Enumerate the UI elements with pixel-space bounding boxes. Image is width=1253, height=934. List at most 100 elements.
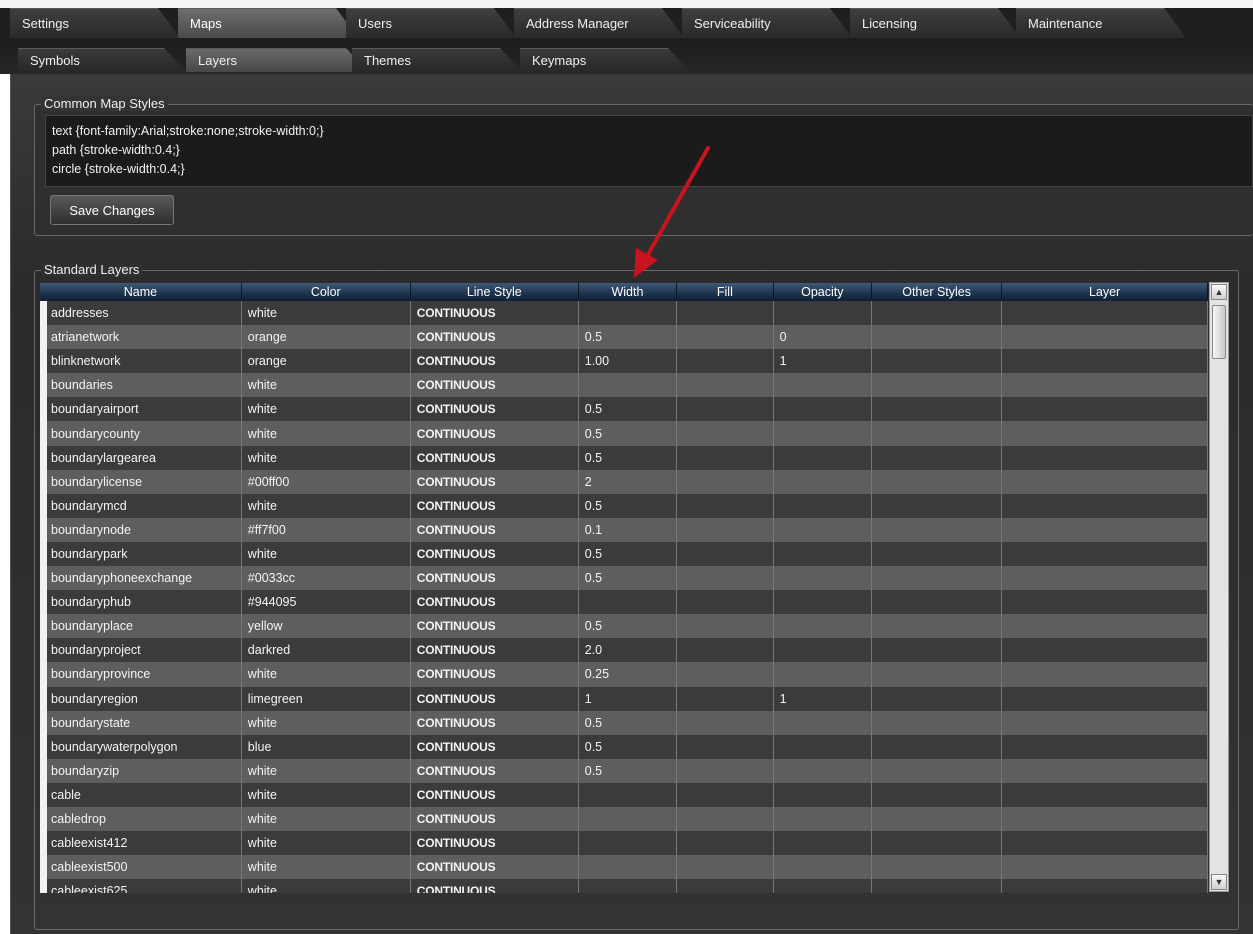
cell-fill[interactable]: [677, 421, 774, 446]
cell-line-style[interactable]: CONTINUOUS: [411, 686, 579, 711]
cell-name[interactable]: boundarylicense: [40, 469, 242, 494]
cell-other-styles[interactable]: [872, 855, 1003, 880]
cell-opacity[interactable]: [774, 806, 873, 832]
cell-width[interactable]: [579, 831, 678, 856]
cell-fill[interactable]: [677, 373, 774, 398]
cell-color[interactable]: white: [242, 662, 411, 687]
cell-opacity[interactable]: [774, 782, 873, 807]
table-row[interactable]: cabledrop white CONTINUOUS: [40, 806, 1208, 832]
cell-color[interactable]: blue: [242, 734, 411, 759]
table-row[interactable]: boundaryproject darkred CONTINUOUS 2.0: [40, 638, 1208, 663]
cell-other-styles[interactable]: [872, 686, 1003, 711]
cell-fill[interactable]: [677, 301, 774, 326]
cell-line-style[interactable]: CONTINUOUS: [411, 590, 579, 615]
cell-color[interactable]: white: [242, 301, 411, 326]
cell-other-styles[interactable]: [872, 301, 1003, 326]
cell-layer[interactable]: [1002, 686, 1208, 711]
column-header-other-styles[interactable]: Other Styles: [872, 283, 1003, 301]
cell-width[interactable]: [579, 855, 678, 880]
cell-line-style[interactable]: CONTINUOUS: [411, 638, 579, 663]
cell-line-style[interactable]: CONTINUOUS: [411, 373, 579, 398]
cell-fill[interactable]: [677, 686, 774, 711]
cell-line-style[interactable]: CONTINUOUS: [411, 662, 579, 687]
cell-color[interactable]: #ff7f00: [242, 517, 411, 542]
table-row[interactable]: boundarycounty white CONTINUOUS 0.5: [40, 421, 1208, 446]
cell-width[interactable]: [579, 782, 678, 807]
cell-opacity[interactable]: [774, 831, 873, 856]
cell-layer[interactable]: [1002, 831, 1208, 856]
cell-width[interactable]: 0.5: [579, 566, 678, 591]
cell-name[interactable]: boundaryplace: [40, 614, 242, 639]
cell-other-styles[interactable]: [872, 349, 1003, 374]
cell-line-style[interactable]: CONTINUOUS: [411, 517, 579, 542]
table-row[interactable]: cableexist625 white CONTINUOUS: [40, 879, 1208, 893]
cell-other-styles[interactable]: [872, 517, 1003, 542]
cell-width[interactable]: [579, 301, 678, 326]
subtab-layers[interactable]: Layers: [186, 48, 368, 72]
cell-other-styles[interactable]: [872, 325, 1003, 350]
cell-other-styles[interactable]: [872, 469, 1003, 494]
cell-name[interactable]: blinknetwork: [40, 349, 242, 374]
table-row[interactable]: addresses white CONTINUOUS: [40, 301, 1208, 326]
cell-fill[interactable]: [677, 397, 774, 422]
cell-other-styles[interactable]: [872, 782, 1003, 807]
cell-width[interactable]: [579, 373, 678, 398]
table-row[interactable]: boundarymcd white CONTINUOUS 0.5: [40, 493, 1208, 518]
cell-width[interactable]: 1: [579, 686, 678, 711]
cell-line-style[interactable]: CONTINUOUS: [411, 301, 579, 326]
cell-other-styles[interactable]: [872, 879, 1003, 893]
cell-name[interactable]: boundarypark: [40, 541, 242, 567]
cell-name[interactable]: boundaryzip: [40, 758, 242, 783]
cell-color[interactable]: white: [242, 397, 411, 422]
cell-name[interactable]: boundarycounty: [40, 421, 242, 446]
cell-color[interactable]: #944095: [242, 590, 411, 615]
cell-layer[interactable]: [1002, 541, 1208, 567]
table-row[interactable]: boundarypark white CONTINUOUS 0.5: [40, 541, 1208, 567]
tab-maintenance[interactable]: Maintenance: [1016, 8, 1186, 38]
cell-fill[interactable]: [677, 758, 774, 783]
cell-name[interactable]: boundarynode: [40, 517, 242, 542]
cell-color[interactable]: white: [242, 493, 411, 518]
cell-name[interactable]: boundarywaterpolygon: [40, 734, 242, 759]
cell-line-style[interactable]: CONTINUOUS: [411, 806, 579, 832]
cell-line-style[interactable]: CONTINUOUS: [411, 879, 579, 893]
cell-line-style[interactable]: CONTINUOUS: [411, 421, 579, 446]
cell-width[interactable]: 2: [579, 469, 678, 494]
cell-layer[interactable]: [1002, 325, 1208, 350]
cell-other-styles[interactable]: [872, 566, 1003, 591]
table-row[interactable]: atrianetwork orange CONTINUOUS 0.5 0: [40, 325, 1208, 350]
cell-layer[interactable]: [1002, 638, 1208, 663]
cell-opacity[interactable]: 1: [774, 349, 873, 374]
column-header-opacity[interactable]: Opacity: [773, 283, 872, 301]
cell-opacity[interactable]: [774, 421, 873, 446]
cell-color[interactable]: white: [242, 421, 411, 446]
cell-fill[interactable]: [677, 590, 774, 615]
cell-fill[interactable]: [677, 879, 774, 893]
cell-line-style[interactable]: CONTINUOUS: [411, 349, 579, 374]
cell-name[interactable]: cableexist625: [40, 879, 242, 893]
cell-opacity[interactable]: 1: [774, 686, 873, 711]
cell-other-styles[interactable]: [872, 590, 1003, 615]
cell-name[interactable]: boundarystate: [40, 710, 242, 735]
cell-name[interactable]: boundarylargearea: [40, 445, 242, 470]
cell-fill[interactable]: [677, 782, 774, 807]
column-header-line-style[interactable]: Line Style: [410, 283, 579, 301]
scroll-up-icon[interactable]: ▲: [1211, 284, 1227, 300]
cell-name[interactable]: cabledrop: [40, 806, 242, 832]
cell-width[interactable]: 0.5: [579, 325, 678, 350]
cell-layer[interactable]: [1002, 734, 1208, 759]
cell-other-styles[interactable]: [872, 662, 1003, 687]
cell-width[interactable]: 0.5: [579, 493, 678, 518]
table-row[interactable]: boundaries white CONTINUOUS: [40, 373, 1208, 398]
table-row[interactable]: blinknetwork orange CONTINUOUS 1.00 1: [40, 349, 1208, 374]
cell-fill[interactable]: [677, 638, 774, 663]
cell-layer[interactable]: [1002, 566, 1208, 591]
cell-opacity[interactable]: [774, 541, 873, 567]
cell-opacity[interactable]: [774, 638, 873, 663]
subtab-themes[interactable]: Themes: [352, 48, 522, 72]
cell-width[interactable]: 0.1: [579, 517, 678, 542]
cell-fill[interactable]: [677, 349, 774, 374]
cell-other-styles[interactable]: [872, 831, 1003, 856]
cell-opacity[interactable]: [774, 301, 873, 326]
cell-line-style[interactable]: CONTINUOUS: [411, 710, 579, 735]
